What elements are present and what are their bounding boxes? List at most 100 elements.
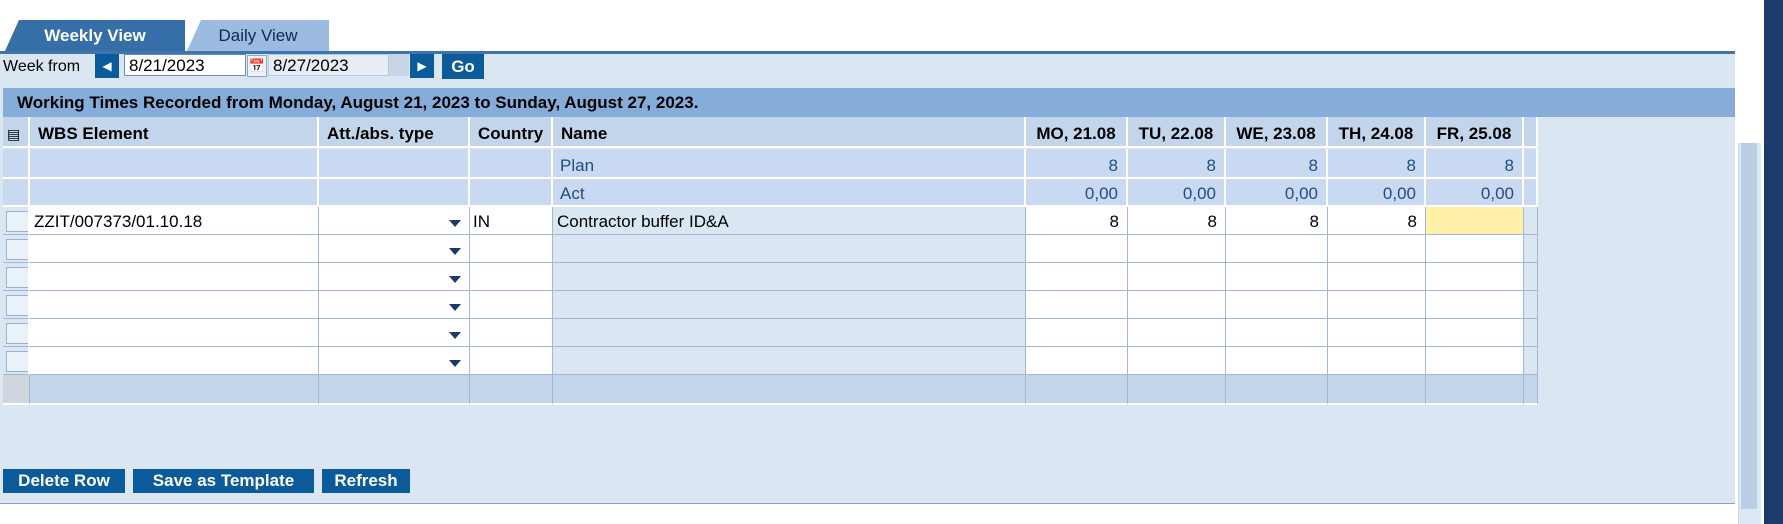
hours-tue-input[interactable] — [1128, 263, 1226, 291]
hours-fri-input[interactable] — [1426, 291, 1524, 319]
row-selector[interactable] — [3, 207, 30, 235]
hours-thu-input[interactable] — [1328, 235, 1426, 263]
tab-daily-view[interactable]: Daily View — [187, 20, 329, 51]
hours-thu-input[interactable] — [1328, 319, 1426, 347]
footer-cell — [470, 375, 553, 405]
name-field — [553, 263, 1026, 291]
hours-thu-input[interactable]: 8 — [1328, 207, 1426, 235]
row-selector[interactable] — [3, 319, 30, 347]
hours-fri-input[interactable] — [1426, 207, 1524, 235]
hours-wed-input[interactable] — [1226, 347, 1328, 375]
hours-mon-input[interactable]: 8 — [1026, 207, 1128, 235]
hours-mon-input[interactable] — [1026, 263, 1128, 291]
att-abs-type-dropdown[interactable] — [319, 319, 470, 347]
wbs-element-input[interactable] — [30, 235, 319, 263]
week-selector: Week from ◀ 8/21/2023 📅 8/27/2023 ▶ Go — [0, 54, 1735, 82]
name-field — [553, 235, 1026, 263]
row-selector[interactable] — [3, 347, 30, 375]
hours-tue-input[interactable] — [1128, 347, 1226, 375]
col-header-country[interactable]: Country — [470, 117, 553, 148]
week-from-label: Week from — [3, 58, 81, 75]
hours-wed-input[interactable] — [1226, 235, 1328, 263]
hours-wed-input[interactable]: 8 — [1226, 207, 1328, 235]
country-input[interactable] — [470, 291, 553, 319]
wbs-element-input[interactable] — [30, 347, 319, 375]
chevron-down-icon[interactable] — [449, 332, 461, 339]
row-select-button[interactable] — [6, 239, 28, 260]
tab-weekly-view[interactable]: Weekly View — [5, 20, 185, 51]
table-settings-icon: ▤ — [7, 126, 21, 142]
chevron-down-icon[interactable] — [449, 276, 461, 283]
hours-thu-input[interactable] — [1328, 347, 1426, 375]
att-abs-type-dropdown[interactable] — [319, 347, 470, 375]
footer-cell — [553, 375, 1026, 405]
hours-thu-input[interactable] — [1328, 291, 1426, 319]
country-input[interactable]: IN — [470, 207, 553, 235]
delete-row-button[interactable]: Delete Row — [3, 469, 125, 493]
next-week-button[interactable]: ▶ — [410, 54, 434, 78]
row-select-button[interactable] — [6, 295, 28, 316]
row-select-button[interactable] — [6, 267, 28, 288]
wbs-element-input[interactable] — [30, 319, 319, 347]
col-header-wbs[interactable]: WBS Element — [30, 117, 319, 148]
col-header-thu[interactable]: TH, 24.08 — [1328, 117, 1426, 148]
hours-tue-input[interactable] — [1128, 319, 1226, 347]
att-abs-type-dropdown[interactable] — [319, 263, 470, 291]
previous-week-button[interactable]: ◀ — [95, 54, 119, 78]
column-settings-button[interactable]: ▤ — [3, 117, 30, 148]
refresh-button[interactable]: Refresh — [322, 469, 410, 493]
week-from-date-input[interactable]: 8/21/2023 — [124, 54, 246, 76]
col-header-wed[interactable]: WE, 23.08 — [1226, 117, 1328, 148]
chevron-down-icon[interactable] — [449, 220, 461, 227]
calendar-icon[interactable]: 📅 — [247, 55, 267, 77]
hours-wed-input[interactable] — [1226, 263, 1328, 291]
plan-overflow — [1524, 149, 1538, 179]
row-selector[interactable] — [3, 235, 30, 263]
save-as-template-button[interactable]: Save as Template — [133, 469, 314, 493]
wbs-element-input[interactable]: ZZIT/007373/01.10.18 — [30, 207, 319, 235]
chevron-down-icon[interactable] — [449, 304, 461, 311]
wbs-element-input[interactable] — [30, 291, 319, 319]
att-abs-type-dropdown[interactable] — [319, 235, 470, 263]
col-header-att-abs-type[interactable]: Att./abs. type — [319, 117, 470, 148]
hours-mon-input[interactable] — [1026, 291, 1128, 319]
hours-mon-input[interactable] — [1026, 235, 1128, 263]
chevron-down-icon[interactable] — [449, 248, 461, 255]
plan-row-country — [470, 149, 553, 179]
col-header-overflow — [1524, 117, 1538, 148]
hours-tue-input[interactable] — [1128, 291, 1226, 319]
country-input[interactable] — [470, 319, 553, 347]
hours-mon-input[interactable] — [1026, 347, 1128, 375]
row-selector[interactable] — [3, 263, 30, 291]
plan-thu: 8 — [1328, 149, 1426, 179]
wbs-element-input[interactable] — [30, 263, 319, 291]
hours-thu-input[interactable] — [1328, 263, 1426, 291]
att-abs-type-dropdown[interactable] — [319, 207, 470, 235]
hours-fri-input[interactable] — [1426, 319, 1524, 347]
att-abs-type-dropdown[interactable] — [319, 291, 470, 319]
hours-wed-input[interactable] — [1226, 291, 1328, 319]
chevron-down-icon[interactable] — [449, 360, 461, 367]
hours-tue-input[interactable]: 8 — [1128, 207, 1226, 235]
row-selector[interactable] — [3, 291, 30, 319]
name-field — [553, 291, 1026, 319]
country-input[interactable] — [470, 263, 553, 291]
scrollbar-thumb[interactable] — [1741, 143, 1757, 509]
country-input[interactable] — [470, 235, 553, 263]
hours-wed-input[interactable] — [1226, 319, 1328, 347]
col-header-fri[interactable]: FR, 25.08 — [1426, 117, 1524, 148]
hours-fri-input[interactable] — [1426, 263, 1524, 291]
row-select-button[interactable] — [6, 323, 28, 344]
hours-tue-input[interactable] — [1128, 235, 1226, 263]
act-mon: 0,00 — [1026, 179, 1128, 207]
go-button[interactable]: Go — [442, 54, 484, 79]
country-input[interactable] — [470, 347, 553, 375]
col-header-name[interactable]: Name — [553, 117, 1026, 148]
hours-fri-input[interactable] — [1426, 347, 1524, 375]
col-header-mon[interactable]: MO, 21.08 — [1026, 117, 1128, 148]
row-select-button[interactable] — [6, 351, 28, 372]
hours-mon-input[interactable] — [1026, 319, 1128, 347]
row-select-button[interactable] — [6, 211, 28, 232]
col-header-tue[interactable]: TU, 22.08 — [1128, 117, 1226, 148]
hours-fri-input[interactable] — [1426, 235, 1524, 263]
